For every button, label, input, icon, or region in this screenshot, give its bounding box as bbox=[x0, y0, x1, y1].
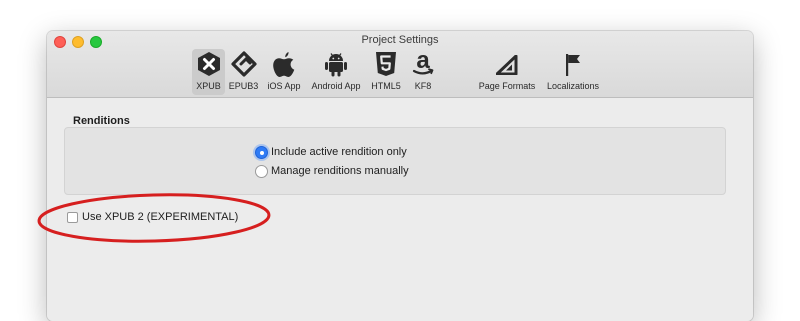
tab-xpub[interactable]: XPUB bbox=[192, 49, 225, 95]
radio-button[interactable] bbox=[255, 146, 268, 159]
radio-button[interactable] bbox=[255, 165, 268, 178]
window-title: Project Settings bbox=[361, 34, 439, 46]
tab-label: KF8 bbox=[414, 81, 432, 91]
renditions-group: Include active rendition only Manage ren… bbox=[64, 127, 726, 195]
html5-icon bbox=[375, 51, 397, 82]
use-xpub2-checkbox[interactable] bbox=[67, 212, 78, 223]
tab-label: HTML5 bbox=[371, 81, 401, 91]
flag-icon bbox=[564, 53, 582, 82]
tab-label: Android App bbox=[311, 81, 361, 91]
tab-kf8[interactable]: a KF8 bbox=[407, 47, 439, 95]
radio-label: Include active rendition only bbox=[271, 146, 407, 158]
amazon-icon: a bbox=[411, 47, 435, 84]
tab-label: EPUB3 bbox=[228, 81, 259, 91]
renditions-section-title: Renditions bbox=[73, 115, 130, 127]
epub-icon bbox=[230, 51, 257, 82]
svg-text:a: a bbox=[416, 49, 430, 74]
tab-label: XPUB bbox=[196, 81, 221, 91]
tab-android-app[interactable]: Android App bbox=[307, 49, 365, 95]
radio-label: Manage renditions manually bbox=[271, 165, 409, 177]
tab-ios-app[interactable]: iOS App bbox=[263, 49, 305, 95]
tab-epub3[interactable]: EPUB3 bbox=[227, 49, 260, 95]
android-icon bbox=[324, 51, 348, 82]
project-settings-window: Project Settings XPUB EPUB3 iOS App Andr… bbox=[47, 31, 753, 321]
xpub-settings-pane: Renditions Include active rendition only… bbox=[47, 98, 753, 321]
tab-page-formats[interactable]: Page Formats bbox=[475, 49, 539, 95]
title-bar: Project Settings XPUB EPUB3 iOS App Andr… bbox=[47, 31, 753, 98]
use-xpub2-label: Use XPUB 2 (EXPERIMENTAL) bbox=[82, 211, 239, 223]
set-square-icon bbox=[495, 54, 518, 80]
tab-html5[interactable]: HTML5 bbox=[368, 49, 404, 95]
tab-label: Localizations bbox=[546, 81, 600, 91]
tab-localizations[interactable]: Localizations bbox=[543, 49, 603, 95]
xpub-icon bbox=[197, 51, 221, 82]
tab-label: iOS App bbox=[267, 81, 301, 91]
apple-icon bbox=[272, 51, 296, 83]
tab-label: Page Formats bbox=[478, 81, 536, 91]
